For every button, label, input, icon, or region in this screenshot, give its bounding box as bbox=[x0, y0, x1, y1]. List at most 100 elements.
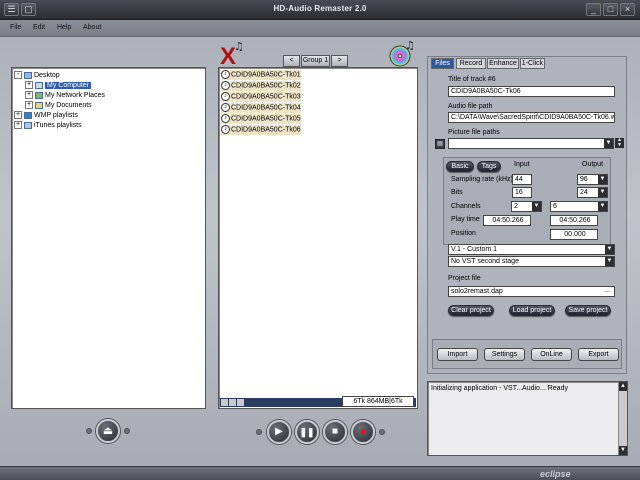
sampling-rate-label: Sampling rate (kHz) bbox=[451, 176, 513, 183]
remove-tracks-icon[interactable]: X ♫ bbox=[218, 38, 248, 70]
bits-label: Bits bbox=[451, 189, 463, 196]
music-note-icon: ♪ bbox=[221, 92, 230, 101]
sampling-rate-output[interactable]: 96 ▼ bbox=[577, 174, 608, 185]
expand-icon[interactable]: + bbox=[14, 121, 22, 129]
menu-about[interactable]: About bbox=[83, 24, 101, 31]
tab-files[interactable]: Files bbox=[431, 58, 454, 69]
chevron-down-icon[interactable]: ▼ bbox=[605, 245, 614, 254]
list-item[interactable]: ♪ CDID9A0BA50C-Tk05 bbox=[221, 114, 301, 124]
vst-select[interactable]: No VST second stage ▼ bbox=[448, 256, 615, 267]
svg-text:♫: ♫ bbox=[234, 40, 244, 53]
picture-menu-icon[interactable]: ▤ bbox=[435, 139, 445, 149]
collapse-icon[interactable]: - bbox=[14, 71, 22, 79]
capacity-segment bbox=[229, 399, 236, 406]
capacity-segment bbox=[221, 399, 228, 406]
channels-input[interactable]: 2 ▼ bbox=[511, 201, 542, 212]
chevron-down-icon[interactable]: ▼ bbox=[598, 175, 607, 184]
folder-tree[interactable]: - Desktop + My Computer + My Network Places… bbox=[11, 67, 206, 409]
maximize-icon[interactable]: □ bbox=[603, 3, 618, 16]
chevron-down-icon[interactable]: ▼ bbox=[598, 188, 607, 197]
play-time-output: 04:50.266 bbox=[550, 215, 598, 226]
list-item[interactable]: ♪ CDID9A0BA50C-Tk02 bbox=[221, 81, 301, 91]
play-button[interactable]: ▶ bbox=[267, 420, 291, 444]
bits-output[interactable]: 24 ▼ bbox=[577, 187, 608, 198]
folder-icon bbox=[35, 101, 43, 109]
scroll-up-icon[interactable]: ▲ bbox=[619, 382, 627, 391]
channels-output[interactable]: 6 ▼ bbox=[550, 201, 608, 212]
music-note-icon: ♪ bbox=[221, 70, 230, 79]
play-time-input: 04:50.266 bbox=[483, 215, 531, 226]
menu-edit[interactable]: Edit bbox=[33, 24, 45, 31]
project-file-label: Project file bbox=[448, 275, 481, 282]
group-next-button[interactable]: > bbox=[331, 55, 348, 67]
online-button[interactable]: OnLine bbox=[531, 348, 572, 361]
expand-icon[interactable]: + bbox=[25, 81, 33, 89]
capacity-segment bbox=[237, 399, 244, 406]
log-scrollbar[interactable]: ▲ ▼ bbox=[618, 382, 627, 455]
export-button[interactable]: Export bbox=[578, 348, 619, 361]
play-time-label: Play time bbox=[451, 216, 480, 223]
track-title-field[interactable]: CDID9A0BA50C-Tk06 bbox=[448, 86, 615, 97]
group-label[interactable]: Group 1 bbox=[301, 55, 330, 67]
pause-icon: ❚❚ bbox=[299, 427, 315, 437]
pause-button[interactable]: ❚❚ bbox=[295, 420, 319, 444]
decor-dot bbox=[124, 428, 130, 434]
scroll-down-icon[interactable]: ▼ bbox=[619, 446, 627, 455]
log-text: Initializing application - VST...Audio..… bbox=[431, 385, 568, 392]
tree-item-desktop[interactable]: - Desktop bbox=[14, 71, 60, 79]
clear-project-button[interactable]: Clear project bbox=[448, 305, 494, 316]
project-file-field[interactable]: solo2remast.dap bbox=[448, 286, 615, 297]
eject-button[interactable]: ⏏ bbox=[96, 419, 120, 443]
record-button[interactable]: ● bbox=[351, 420, 375, 444]
tree-item-itunes[interactable]: + iTunes playlists bbox=[14, 121, 82, 129]
list-item[interactable]: ♪ CDID9A0BA50C-Tk06 bbox=[221, 125, 301, 135]
save-project-button[interactable]: Save project bbox=[565, 305, 611, 316]
list-item[interactable]: ♪ CDID9A0BA50C-Tk03 bbox=[221, 92, 301, 102]
expand-icon[interactable]: + bbox=[14, 111, 22, 119]
browse-button[interactable]: ... bbox=[601, 287, 613, 296]
picture-scroll-icon[interactable]: ▲ ▼ bbox=[615, 138, 624, 148]
position-label: Position bbox=[451, 230, 476, 237]
sampling-rate-input: 44 bbox=[512, 174, 532, 185]
tags-button[interactable]: Tags bbox=[477, 161, 501, 172]
audio-path-label: Audio file path bbox=[448, 103, 493, 110]
list-item[interactable]: ♪ CDID9A0BA50C-Tk01 bbox=[221, 70, 301, 80]
group-prev-button[interactable]: < bbox=[283, 55, 300, 67]
tree-item-my-computer[interactable]: + My Computer bbox=[25, 81, 92, 89]
chevron-down-icon[interactable]: ▼ bbox=[605, 257, 614, 266]
preset-select[interactable]: V.1 - Custom 1 ▼ bbox=[448, 244, 615, 255]
log-panel: Initializing application - VST...Audio..… bbox=[427, 381, 628, 456]
list-item[interactable]: ♪ CDID9A0BA50C-Tk04 bbox=[221, 103, 301, 113]
chevron-down-icon[interactable]: ▼ bbox=[604, 139, 613, 148]
tab-1-click[interactable]: 1-Click bbox=[520, 58, 545, 69]
properties-panel: Files Record Enhance 1-Click Title of tr… bbox=[427, 56, 627, 374]
menu-bar: File Edit Help About bbox=[0, 20, 640, 37]
tab-record[interactable]: Record bbox=[456, 58, 486, 69]
audio-path-field[interactable]: C:\DATA\Wave\SacredSpirit\CDID9A0BA50C-T… bbox=[448, 112, 615, 123]
close-icon[interactable]: × bbox=[620, 3, 635, 16]
chevron-down-icon[interactable]: ▼ bbox=[532, 202, 541, 211]
picture-paths-select[interactable]: ▼ bbox=[448, 138, 614, 149]
basic-button[interactable]: Basic bbox=[446, 161, 474, 172]
tree-item-network[interactable]: + My Network Places bbox=[25, 91, 105, 99]
svg-text:♫: ♫ bbox=[405, 39, 415, 52]
load-project-button[interactable]: Load project bbox=[509, 305, 555, 316]
track-list[interactable]: ♪ CDID9A0BA50C-Tk01 ♪ CDID9A0BA50C-Tk02 ♪ C… bbox=[218, 67, 418, 409]
tab-enhance[interactable]: Enhance bbox=[487, 58, 519, 69]
stop-button[interactable]: ■ bbox=[323, 420, 347, 444]
chevron-down-icon[interactable]: ▼ bbox=[598, 202, 607, 211]
record-icon: ● bbox=[359, 424, 367, 438]
position-output[interactable]: 00.000 bbox=[550, 229, 598, 240]
expand-icon[interactable]: + bbox=[25, 91, 33, 99]
import-button[interactable]: Import bbox=[437, 348, 478, 361]
settings-button[interactable]: Settings bbox=[484, 348, 525, 361]
tree-item-wmp[interactable]: + WMP playlists bbox=[14, 111, 78, 119]
menu-file[interactable]: File bbox=[10, 24, 21, 31]
bits-input: 16 bbox=[512, 187, 532, 198]
menu-help[interactable]: Help bbox=[57, 24, 71, 31]
decor-dot bbox=[379, 429, 385, 435]
cd-add-icon[interactable]: ♫ bbox=[388, 38, 418, 68]
minimize-icon[interactable]: _ bbox=[586, 3, 601, 16]
expand-icon[interactable]: + bbox=[25, 101, 33, 109]
tree-item-documents[interactable]: + My Documents bbox=[25, 101, 92, 109]
